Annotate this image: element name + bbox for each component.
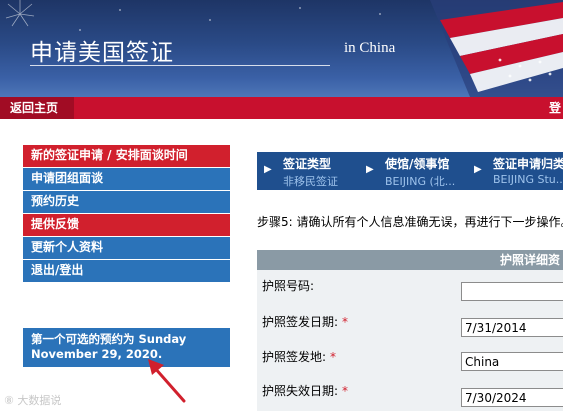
passport-expiry-date-label: 护照失效日期: * — [262, 384, 349, 398]
top-nav-bar: 返回主页 登 — [0, 97, 563, 119]
passport-issue-date-input[interactable] — [461, 318, 563, 337]
page-subtitle: in China — [344, 40, 396, 56]
title-underline — [30, 65, 330, 66]
passport-number-label: 护照号码: — [262, 279, 315, 293]
passport-number-input[interactable] — [461, 282, 563, 301]
menu-item-update-profile[interactable]: 更新个人资料 — [23, 237, 230, 259]
chevron-right-icon: ▶ — [264, 164, 272, 175]
required-marker: * — [342, 315, 349, 329]
menu-item-new-application[interactable]: 新的签证申请 / 安排面谈时间 — [23, 145, 230, 167]
required-marker: * — [342, 384, 349, 398]
menu-item-group-interview[interactable]: 申请团组面谈 — [23, 168, 230, 190]
header-banner: 申请美国签证 in China — [0, 0, 563, 97]
step-value: BEIJING (北... — [385, 175, 456, 188]
menu-item-appointment-history[interactable]: 预约历史 — [23, 191, 230, 213]
home-link[interactable]: 返回主页 — [0, 97, 74, 119]
step-label: 使馆/领事馆 — [385, 157, 450, 171]
menu-item-logout[interactable]: 退出/登出 — [23, 260, 230, 282]
step-value: BEIJING Stu... — [493, 173, 563, 186]
availability-line-1: 第一个可选的预约为 Sunday — [31, 332, 187, 346]
sidebar-menu: 新的签证申请 / 安排面谈时间 申请团组面谈 预约历史 提供反馈 更新个人资料 … — [23, 145, 230, 283]
step-label: 签证类型 — [283, 157, 332, 171]
passport-issue-date-label: 护照签发日期: * — [262, 315, 349, 329]
chevron-right-icon: ▶ — [366, 164, 374, 175]
menu-item-feedback[interactable]: 提供反馈 — [23, 214, 230, 236]
page-title: 申请美国签证 — [30, 40, 174, 66]
passport-section-title: 护照详细资 — [500, 253, 561, 267]
annotation-arrow-icon — [148, 359, 186, 403]
step-label: 签证申请归类 — [493, 157, 563, 171]
watermark-icon: ⑧ — [4, 394, 18, 407]
step-value: 非移民签证 — [283, 175, 338, 188]
passport-issue-place-input[interactable] — [461, 352, 563, 371]
passport-section-header: 护照详细资 — [257, 250, 563, 270]
watermark: ⑧ 大数据说 — [4, 394, 62, 407]
step-tracker: ▶ 签证类型 非移民签证 ▶ 使馆/领事馆 BEIJING (北... ▶ 签证… — [257, 152, 563, 190]
passport-issue-place-label: 护照签发地: * — [262, 350, 337, 364]
chevron-right-icon: ▶ — [474, 164, 482, 175]
required-marker: * — [330, 350, 337, 364]
step-instruction: 步骤5: 请确认所有个人信息准确无误，再进行下一步操作。 — [257, 215, 563, 229]
login-link[interactable]: 登 — [549, 97, 563, 119]
passport-expiry-date-input[interactable] — [461, 388, 563, 407]
